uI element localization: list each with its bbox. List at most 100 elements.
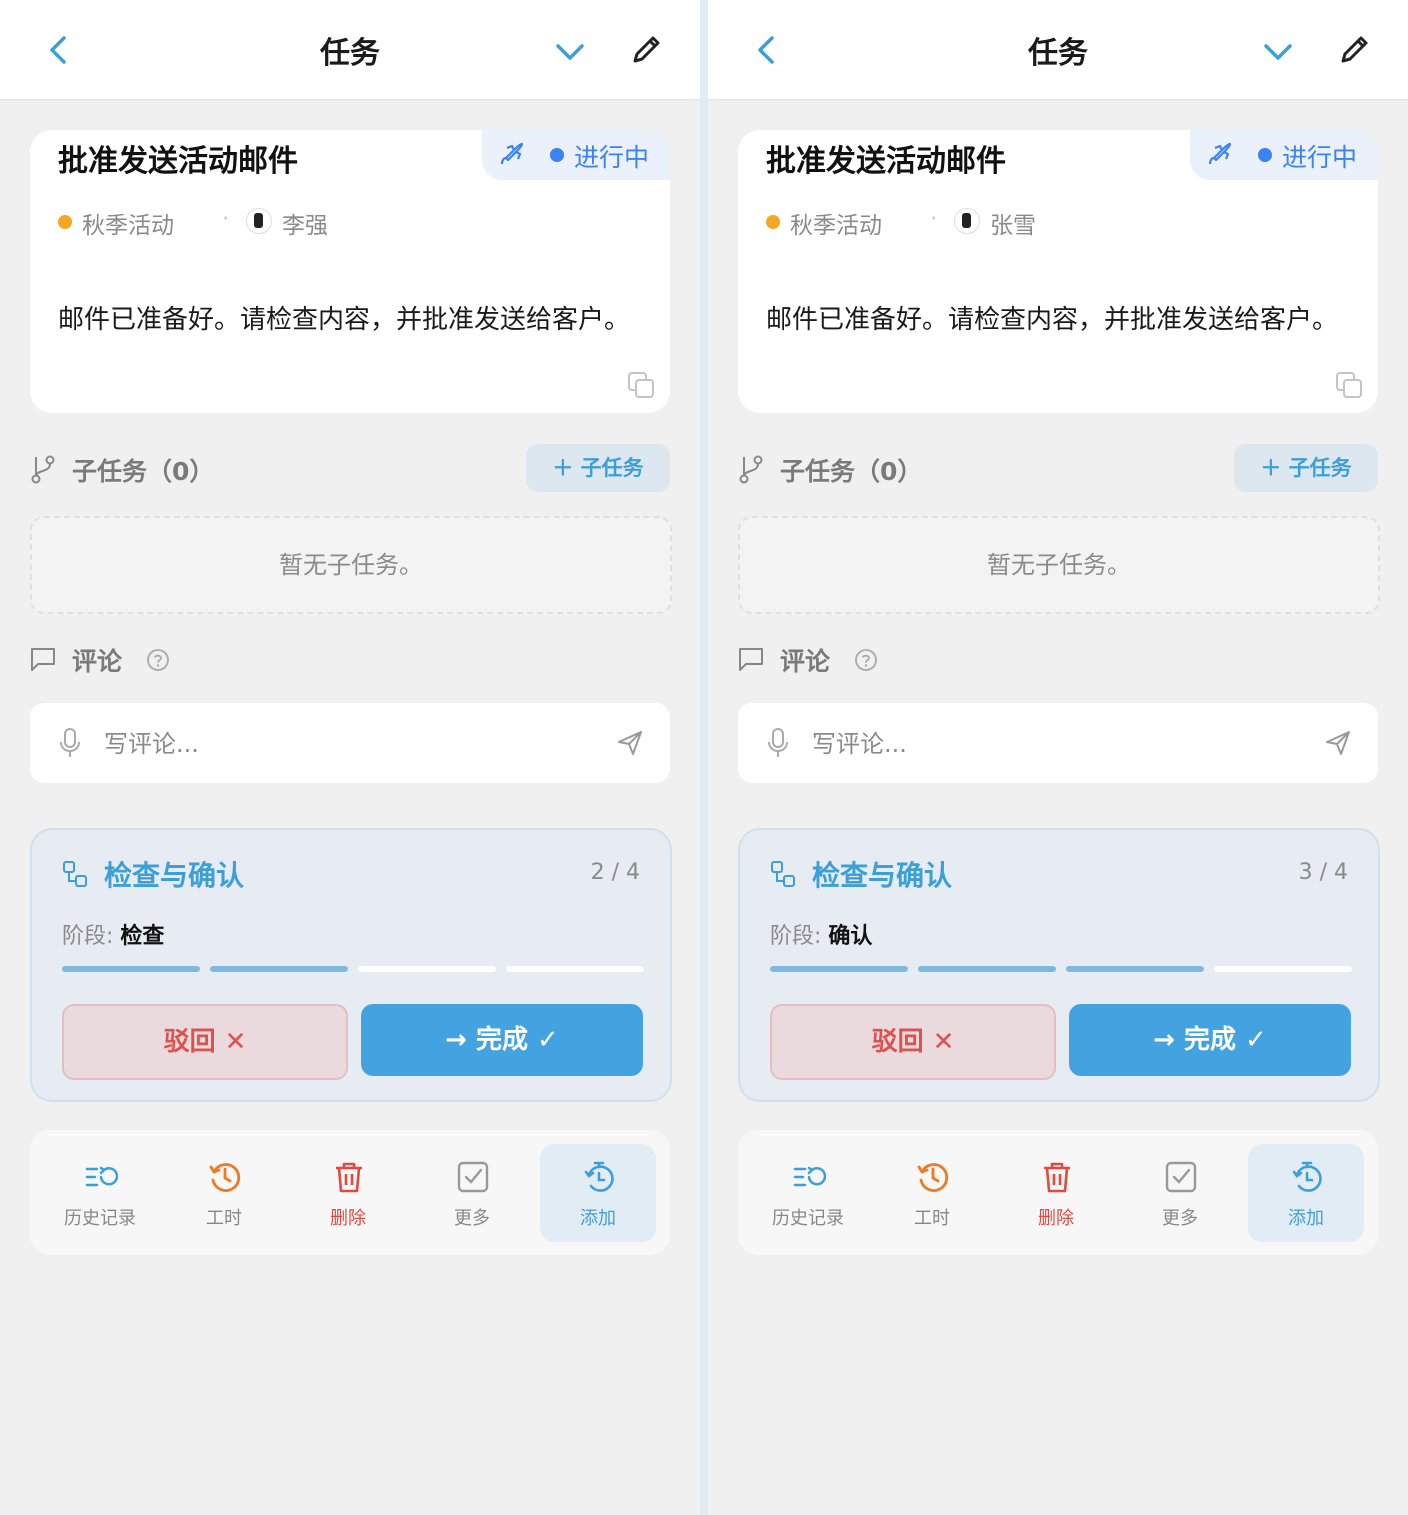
stage-value: 检查	[120, 924, 165, 949]
progress-segment	[358, 966, 496, 972]
delete-button[interactable]: 删除	[290, 1144, 406, 1242]
copy-icon[interactable]	[626, 370, 656, 400]
rocket-icon	[500, 142, 524, 165]
bottom-toolbar: 历史记录 工时 删除 更多 添加	[738, 1130, 1378, 1255]
subtasks-header: 子任务（0） ＋ 子任务	[30, 444, 670, 494]
status-label: 进行中	[574, 143, 650, 172]
pencil-icon[interactable]	[626, 30, 666, 70]
project-name[interactable]: 秋季活动	[790, 206, 882, 240]
microphone-icon[interactable]	[766, 727, 790, 759]
workflow-stage: 阶段: 检查	[62, 918, 164, 950]
progress-segment	[210, 966, 348, 972]
top-bar: 任务	[0, 0, 700, 100]
toolbar-label: 更多	[454, 1208, 490, 1229]
add-subtask-button[interactable]: ＋ 子任务	[1234, 444, 1378, 492]
project-dot	[766, 215, 780, 229]
worklog-button[interactable]: 工时	[166, 1144, 282, 1242]
subtasks-label: 子任务（0）	[72, 457, 215, 486]
avatar	[954, 208, 980, 234]
task-card: 批准发送活动邮件 进行中 秋季活动 · 张雪 邮件已准备好。请检查内容，并批准发…	[738, 130, 1378, 413]
meta-separator: ·	[222, 206, 230, 232]
complete-button[interactable]: → 完成 ✓	[361, 1004, 643, 1076]
comment-bubble-icon	[739, 648, 763, 671]
trash-icon	[1044, 1162, 1070, 1193]
progress-segment	[1066, 966, 1204, 972]
more-button[interactable]: 更多	[414, 1144, 530, 1242]
more-button[interactable]: 更多	[1122, 1144, 1238, 1242]
subtasks-empty-state: 暂无子任务。	[738, 516, 1380, 614]
comment-input-box	[738, 703, 1378, 783]
help-circle-icon[interactable]	[854, 648, 878, 672]
timer-add-icon	[1292, 1161, 1322, 1192]
comment-input[interactable]	[810, 721, 1294, 767]
toolbar-label: 删除	[1038, 1208, 1074, 1229]
subtasks-label: 子任务（0）	[780, 457, 923, 486]
toolbar-label: 更多	[1162, 1208, 1198, 1229]
subtasks-empty-state: 暂无子任务。	[30, 516, 672, 614]
clock-icon	[917, 1163, 949, 1192]
task-panel-right: 任务 批准发送活动邮件 进行中 秋季活动 · 张雪 邮件已准备好。请检查内容，并…	[708, 0, 1408, 1515]
status-label: 进行中	[1282, 143, 1358, 172]
workflow-progress	[62, 966, 644, 972]
worklog-button[interactable]: 工时	[874, 1144, 990, 1242]
toolbar-label: 历史记录	[64, 1208, 136, 1229]
chevron-down-icon[interactable]	[550, 32, 590, 72]
toolbar-label: 删除	[330, 1208, 366, 1229]
add-time-button[interactable]: 添加	[540, 1144, 656, 1242]
comment-input-box	[30, 703, 670, 783]
workflow-icon	[771, 861, 795, 887]
stage-label: 阶段:	[770, 924, 822, 949]
progress-segment	[506, 966, 644, 972]
comments-header: 评论	[738, 638, 1378, 682]
chevron-down-icon[interactable]	[1258, 32, 1298, 72]
project-dot	[58, 215, 72, 229]
history-button[interactable]: 历史记录	[750, 1144, 866, 1242]
assignee-name[interactable]: 李强	[282, 206, 328, 240]
history-button[interactable]: 历史记录	[42, 1144, 158, 1242]
workflow-card: 检查与确认 3 / 4 阶段: 确认 驳回 ✕ → 完成 ✓	[738, 828, 1380, 1102]
send-icon[interactable]	[1324, 729, 1352, 757]
progress-segment	[770, 966, 908, 972]
page-title: 任务	[320, 36, 380, 71]
clock-icon	[209, 1163, 241, 1192]
toolbar-label: 历史记录	[772, 1208, 844, 1229]
task-panel-left: 任务 批准发送活动邮件 进行中 秋季活动 · 李强 邮件已准备好。请检查内容，并…	[0, 0, 700, 1515]
workflow-progress	[770, 966, 1352, 972]
subtasks-header: 子任务（0） ＋ 子任务	[738, 444, 1378, 494]
comment-input[interactable]	[102, 721, 586, 767]
bottom-toolbar: 历史记录 工时 删除 更多 添加	[30, 1130, 670, 1255]
add-time-button[interactable]: 添加	[1248, 1144, 1364, 1242]
help-circle-icon[interactable]	[146, 648, 170, 672]
rocket-icon	[1208, 142, 1232, 165]
reject-button[interactable]: 驳回 ✕	[62, 1004, 348, 1080]
complete-button[interactable]: → 完成 ✓	[1069, 1004, 1351, 1076]
workflow-step-count: 2 / 4	[590, 860, 640, 885]
comments-header: 评论	[30, 638, 670, 682]
workflow-card: 检查与确认 2 / 4 阶段: 检查 驳回 ✕ → 完成 ✓	[30, 828, 672, 1102]
task-title: 批准发送活动邮件	[766, 144, 1006, 179]
trash-icon	[336, 1162, 362, 1193]
assignee-name[interactable]: 张雪	[990, 206, 1036, 240]
pencil-icon[interactable]	[1334, 30, 1374, 70]
status-badge[interactable]: 进行中	[1190, 130, 1378, 180]
reject-button[interactable]: 驳回 ✕	[770, 1004, 1056, 1080]
stage-label: 阶段:	[62, 924, 114, 949]
branch-icon	[739, 455, 763, 484]
delete-button[interactable]: 删除	[998, 1144, 1114, 1242]
project-name[interactable]: 秋季活动	[82, 206, 174, 240]
add-subtask-button[interactable]: ＋ 子任务	[526, 444, 670, 492]
panel-divider	[700, 0, 708, 1515]
workflow-title: 检查与确认	[812, 859, 953, 892]
toolbar-label: 添加	[1288, 1208, 1324, 1229]
history-icon	[85, 1166, 118, 1187]
microphone-icon[interactable]	[58, 727, 82, 759]
status-badge[interactable]: 进行中	[482, 130, 670, 180]
copy-icon[interactable]	[1334, 370, 1364, 400]
comments-label: 评论	[780, 647, 831, 676]
workflow-icon	[63, 861, 87, 887]
status-dot	[1258, 148, 1272, 162]
send-icon[interactable]	[616, 729, 644, 757]
task-title: 批准发送活动邮件	[58, 144, 298, 179]
task-description: 邮件已准备好。请检查内容，并批准发送给客户。	[766, 305, 1339, 335]
workflow-stage: 阶段: 确认	[770, 918, 872, 950]
